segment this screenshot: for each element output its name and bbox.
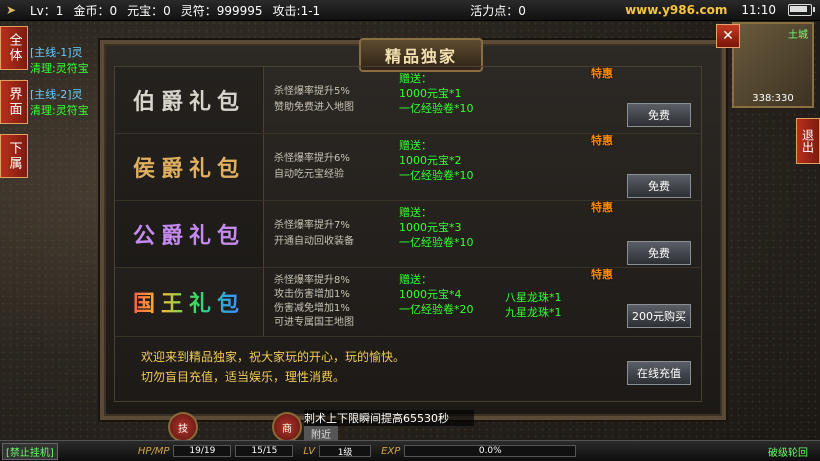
gift-item: 1000元宝*3 [399,221,462,234]
perk-text: 杀怪爆率提升6% [274,153,350,164]
gift-heading: 赠送： [399,273,432,286]
gift-item: 一亿经验卷*10 [399,236,474,249]
minimap[interactable]: 土城 338:330 [732,22,814,108]
package-row: 侯爵礼包 杀怪爆率提升6% 自动吃元宝经验 赠送： 1000元宝*2 一亿经验卷… [115,134,701,201]
yuanbao-label: 元宝：0 [127,3,171,18]
buy-button[interactable]: 200元购买 [627,304,691,328]
online-recharge-button[interactable]: 在线充值 [627,361,691,385]
site-url: www.y986.com [625,3,728,17]
package-name: 公爵礼包 [115,201,264,267]
bottom-status-bar: [禁止挂机] HP/MP 19/19 15/15 LV 1级 EXP 0.0% … [0,440,820,461]
package-row: 伯爵礼包 杀怪爆率提升5% 赞助免费进入地图 赠送： 1000元宝*1 一亿经验… [115,67,701,134]
perk-text: 伤害减免增加1% [274,303,350,314]
perk-text: 开通自动回收装备 [274,236,354,247]
package-name: 侯爵礼包 [115,134,264,200]
gift-item: 1000元宝*2 [399,154,462,167]
package-perks: 杀怪爆率提升6% 自动吃元宝经验 [264,134,400,200]
minimap-location: 土城 [788,30,808,41]
premium-packages-dialog: 精品独家 ✕ 伯爵礼包 杀怪爆率提升5% 赞助免费进入地图 赠送： 1000元宝… [100,24,740,420]
dialog-footer: 欢迎来到精品独家，祝大家玩的开心，玩的愉快。 切勿盲目充值，适当娱乐，理性消费。… [115,337,701,401]
quest-title: [主线-1]灵 [30,46,83,59]
tab-subordinates[interactable]: 下属 [0,134,28,178]
vitality-label: 活力点：0 [470,3,526,18]
mp-value: 15/15 [235,445,294,457]
hpmp-label: HP/MP [137,445,170,457]
gift-heading: 赠送： [399,72,432,85]
gift-item: 一亿经验卷*20 [399,303,474,316]
exp-label: EXP [381,445,401,457]
perk-text: 杀怪爆率提升7% [274,220,350,231]
battery-icon [788,4,815,16]
quest-subtitle: 清理:灵符宝 [30,62,89,75]
tab-all[interactable]: 全体 [0,26,28,70]
package-name: 国王礼包 [115,268,264,336]
system-message: 刺术上下限瞬间提高65530秒 [304,410,474,426]
gift-item: 1000元宝*1 [399,87,462,100]
minimap-coords: 338:330 [752,93,794,104]
package-perks: 杀怪爆率提升7% 开通自动回收装备 [264,201,400,267]
perk-text: 自动吃元宝经验 [274,169,344,180]
gift-item: 一亿经验卷*10 [399,102,474,115]
quest-item[interactable]: [主线-1]灵 清理:灵符宝 [30,44,89,76]
level-label: Lv：1 [30,3,64,18]
special-offer-badge: 特惠 [591,67,613,80]
quest-item[interactable]: [主线-2]灵 清理:灵符宝 [30,86,89,118]
special-offer-badge: 特惠 [591,268,613,281]
perk-text: 杀怪爆率提升5% [274,86,350,97]
menu-arrow-icon[interactable]: ➤ [6,3,20,17]
package-gifts: 赠送： 1000元宝*1 一亿经验卷*10 [399,71,474,116]
exp-value: 0.0% [404,445,577,457]
claim-free-button[interactable]: 免费 [627,174,691,198]
skill-button[interactable]: 技 [168,412,198,442]
perk-text: 杀怪爆率提升8% [274,275,350,286]
auto-hang-toggle[interactable]: [禁止挂机] [2,442,58,460]
exit-button[interactable]: 退出 [796,118,820,164]
close-icon[interactable]: ✕ [716,24,740,48]
warning-line: 切勿盲目充值，适当娱乐，理性消费。 [141,370,346,384]
lv-value: 1级 [319,445,372,458]
welcome-message: 欢迎来到精品独家，祝大家玩的开心，玩的愉快。 切勿盲目充值，适当娱乐，理性消费。 [141,347,405,387]
packages-panel: 伯爵礼包 杀怪爆率提升5% 赞助免费进入地图 赠送： 1000元宝*1 一亿经验… [114,66,702,402]
package-row: 公爵礼包 杀怪爆率提升7% 开通自动回收装备 赠送： 1000元宝*3 一亿经验… [115,201,701,268]
attack-label: 攻击:1-1 [272,3,321,18]
gift-heading: 赠送： [399,206,432,219]
top-status-bar: ➤ Lv：1 金币：0 元宝：0 灵符：999995 攻击:1-1 活力点：0 … [0,0,820,21]
perk-text: 赞助免费进入地图 [274,102,354,113]
package-perks: 杀怪爆率提升5% 赞助免费进入地图 [264,67,400,133]
tab-interface[interactable]: 界面 [0,80,28,124]
nearby-tab[interactable]: 附近 [304,426,338,441]
package-extra-gifts: 八星龙珠*1 九星龙珠*1 [505,290,562,320]
special-offer-badge: 特惠 [591,201,613,214]
clock: 11:10 [741,3,776,17]
package-gifts: 赠送： 1000元宝*4 一亿经验卷*20 [399,272,474,317]
gift-item: 八星龙珠*1 [505,291,562,304]
package-perks: 杀怪爆率提升8% 攻击伤害增加1% 伤害减免增加1% 可进专属国王地图 [264,268,400,336]
package-gifts: 赠送： 1000元宝*3 一亿经验卷*10 [399,205,474,250]
quest-subtitle: 清理:灵符宝 [30,104,89,117]
quest-title: [主线-2]灵 [30,88,83,101]
gift-heading: 赠送： [399,139,432,152]
perk-text: 可进专属国王地图 [274,317,354,328]
gold-label: 金币：0 [73,3,118,18]
rebirth-link[interactable]: 破级轮回 [768,444,808,459]
perk-text: 攻击伤害增加1% [274,289,350,300]
gift-item: 1000元宝*4 [399,288,462,301]
gift-item: 一亿经验卷*10 [399,169,474,182]
shop-button[interactable]: 商 [272,412,302,442]
hp-value: 19/19 [173,445,232,457]
package-name: 伯爵礼包 [115,67,264,133]
welcome-line: 欢迎来到精品独家，祝大家玩的开心，玩的愉快。 [141,350,406,364]
package-row: 国王礼包 杀怪爆率提升8% 攻击伤害增加1% 伤害减免增加1% 可进专属国王地图… [115,268,701,337]
lv-label: LV [303,445,316,457]
claim-free-button[interactable]: 免费 [627,103,691,127]
lingfu-label: 灵符：999995 [180,3,263,18]
claim-free-button[interactable]: 免费 [627,241,691,265]
gift-item: 九星龙珠*1 [505,306,562,319]
package-gifts: 赠送： 1000元宝*2 一亿经验卷*10 [399,138,474,183]
special-offer-badge: 特惠 [591,134,613,147]
